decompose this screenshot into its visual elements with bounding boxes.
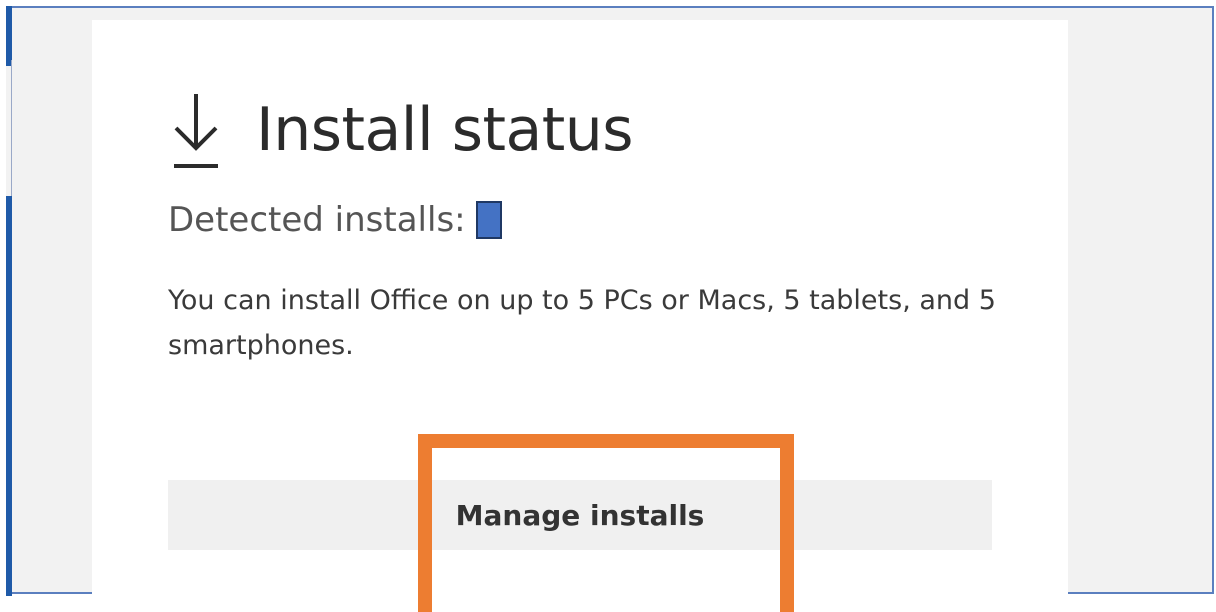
install-limit-description: You can install Office on up to 5 PCs or… bbox=[168, 285, 996, 361]
detected-installs-count-redacted bbox=[475, 201, 502, 239]
install-status-card: Install status Detected installs: You ca… bbox=[92, 20, 1068, 596]
left-accent-bar-top bbox=[6, 6, 12, 66]
left-edge-line bbox=[11, 60, 12, 200]
left-accent-bar-bottom bbox=[6, 196, 12, 596]
detected-installs-row: Detected installs: bbox=[168, 200, 502, 240]
manage-installs-button[interactable]: Manage installs bbox=[168, 480, 992, 550]
detected-installs-label: Detected installs: bbox=[168, 200, 466, 240]
page-title: Install status bbox=[256, 95, 634, 165]
heading-row: Install status bbox=[172, 90, 634, 170]
download-icon bbox=[174, 94, 218, 168]
